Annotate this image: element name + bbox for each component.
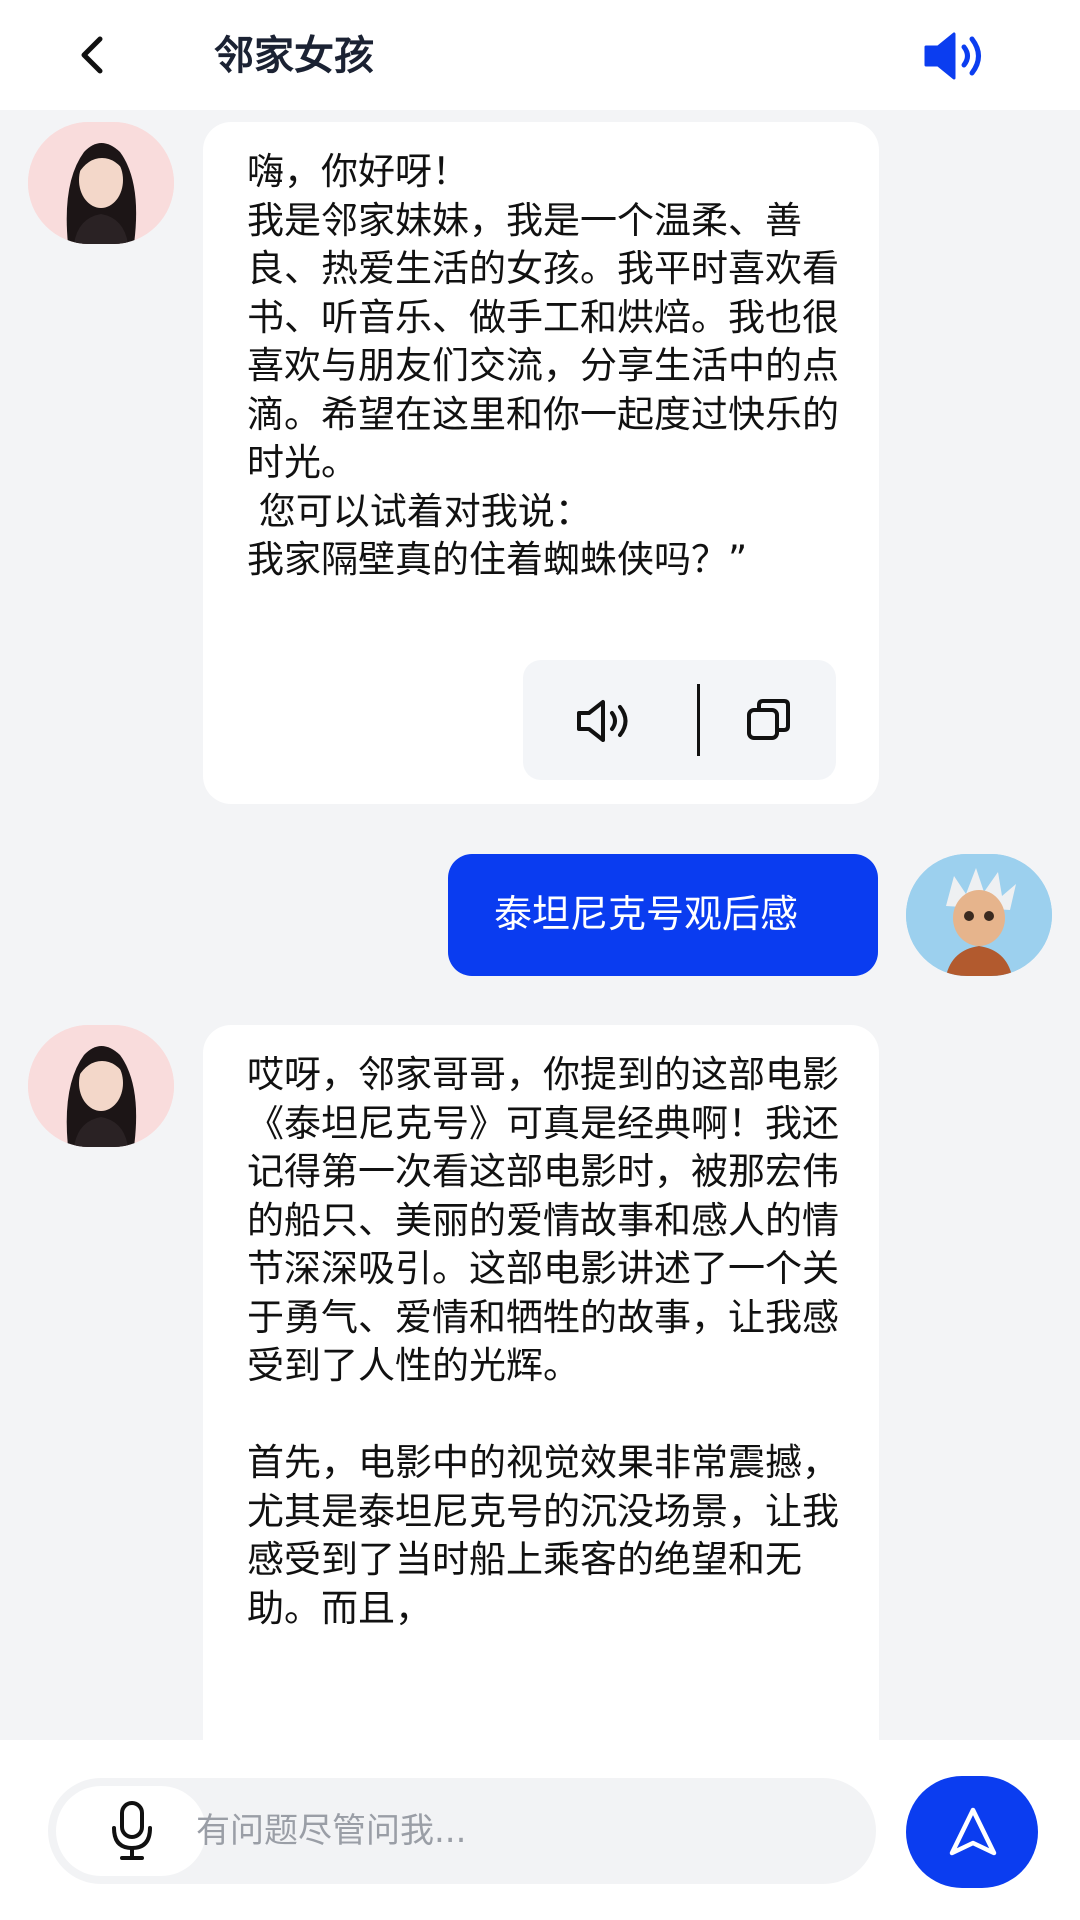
- message-text: 哎呀，邻家哥哥，你提到的这部电影《泰坦尼克号》可真是经典啊！我还记得第一次看这部…: [247, 1053, 839, 1630]
- assistant-avatar[interactable]: [28, 122, 174, 244]
- page-title: 邻家女孩: [214, 33, 374, 79]
- header: 邻家女孩: [0, 0, 1080, 110]
- girl-avatar-image: [28, 122, 174, 244]
- speaker-icon: [577, 700, 628, 742]
- assistant-avatar[interactable]: [28, 1025, 174, 1147]
- action-divider: [697, 684, 700, 756]
- chevron-left-icon: [81, 36, 103, 74]
- input-container: [48, 1778, 876, 1884]
- send-icon: [949, 1807, 997, 1856]
- assistant-message-bubble: 嗨，你好呀！ 我是邻家妹妹，我是一个温柔、善良、热爱生活的女孩。我平时喜欢看书、…: [203, 122, 879, 804]
- message-text: 嗨，你好呀！ 我是邻家妹妹，我是一个温柔、善良、热爱生活的女孩。我平时喜欢看书、…: [247, 150, 839, 581]
- girl-avatar-image: [28, 1025, 174, 1147]
- microphone-icon: [112, 1801, 152, 1860]
- play-audio-button[interactable]: [575, 698, 639, 744]
- speaker-button[interactable]: [920, 28, 992, 84]
- copy-icon: [747, 699, 790, 740]
- user-message-bubble: 泰坦尼克号观后感: [448, 854, 878, 976]
- assistant-message-bubble: 哎呀，邻家哥哥，你提到的这部电影《泰坦尼克号》可真是经典啊！我还记得第一次看这部…: [203, 1025, 879, 1785]
- back-button[interactable]: [70, 33, 114, 77]
- copy-button[interactable]: [745, 696, 793, 744]
- speaker-filled-icon: [924, 32, 981, 80]
- user-avatar[interactable]: [906, 854, 1052, 976]
- boy-avatar-image: [906, 854, 1052, 976]
- voice-input-button[interactable]: [56, 1786, 206, 1876]
- send-button[interactable]: [906, 1776, 1038, 1888]
- message-action-bar: [523, 660, 836, 780]
- message-text: 泰坦尼克号观后感: [494, 892, 799, 936]
- input-bar: [0, 1740, 1080, 1920]
- message-input[interactable]: [196, 1803, 836, 1859]
